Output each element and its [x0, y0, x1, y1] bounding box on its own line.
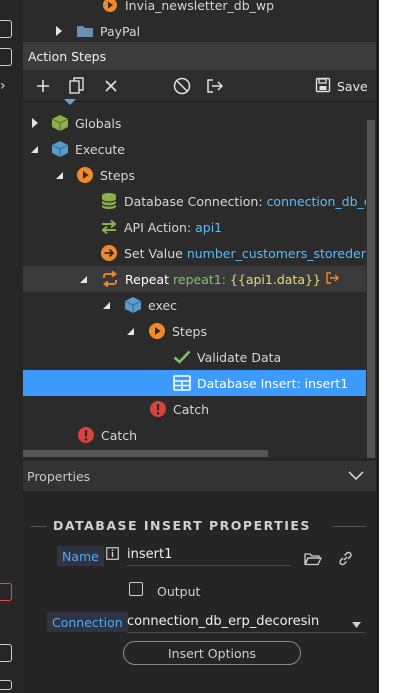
output-checkbox[interactable] [129, 582, 143, 596]
repeat-icon [101, 270, 119, 288]
tree-row-catch-outer[interactable]: Catch [23, 422, 366, 448]
database-icon [100, 192, 118, 210]
tree-row-repeat[interactable]: Repeat repeat1: {{api1.data}} [23, 266, 366, 292]
collapse-icon[interactable] [31, 145, 38, 153]
dropdown-arrow-icon[interactable] [352, 618, 361, 633]
api-tree: Invia_newsletter_db_wp PayPal [23, 0, 376, 42]
file-icon[interactable] [0, 680, 12, 690]
tree-row-label: Catch [101, 427, 138, 443]
tree-row-expr: {{api1.data}} [229, 271, 321, 287]
file-icon[interactable] [0, 644, 12, 662]
tree-horizontal-scrollbar[interactable] [23, 448, 366, 458]
tree-item-paypal[interactable]: PayPal [23, 18, 376, 44]
tree-row-label: Execute [75, 141, 125, 157]
cube-icon [51, 114, 69, 132]
insert-options-button[interactable]: Insert Options [123, 641, 301, 665]
tree-row-value: number_customers_storeden [186, 245, 366, 261]
output-icon [326, 271, 339, 287]
swap-icon [100, 218, 118, 236]
tree-vertical-scrollbar[interactable] [366, 120, 376, 458]
error-icon [149, 400, 167, 418]
error-icon [77, 426, 95, 444]
tree-row-label: Steps [172, 323, 207, 339]
properties-section-title: DATABASE INSERT PROPERTIES [53, 518, 311, 533]
expand-icon[interactable] [32, 118, 38, 128]
folder-open-icon[interactable] [304, 552, 323, 569]
action-steps-tree: Globals Execute Steps Database Connectio… [23, 99, 376, 458]
divider [31, 526, 47, 527]
server-actions-panel: Invia_newsletter_db_wp PayPal Action Ste… [23, 0, 376, 693]
tree-item-label: PayPal [100, 23, 141, 39]
tree-row-label: API Action: [124, 219, 192, 235]
tree-row-globals[interactable]: Globals [23, 110, 366, 136]
steps-icon [148, 322, 166, 340]
link-icon[interactable] [337, 550, 354, 570]
connection-select[interactable]: connection_db_erp_decoresin [127, 611, 365, 633]
alert-icon[interactable] [0, 583, 12, 601]
tree-row-label: Set Value [124, 245, 183, 261]
connection-value: connection_db_erp_decoresin [127, 614, 320, 629]
file-icon[interactable] [0, 48, 12, 66]
folder-icon [76, 22, 94, 40]
tree-item-label: Invia_newsletter_db_wp [125, 0, 275, 13]
collapse-icon[interactable] [103, 301, 110, 309]
tree-row-execute[interactable]: Execute [23, 136, 366, 162]
properties-title: Properties [27, 468, 91, 484]
file-icon[interactable] [0, 20, 12, 38]
adjacent-pane [376, 0, 408, 693]
cube-icon [124, 296, 142, 314]
properties-panel: DATABASE INSERT PROPERTIES Name insert1 … [23, 491, 376, 693]
tree-row-label: Database Connection: [124, 193, 263, 209]
tree-item-newsletter[interactable]: Invia_newsletter_db_wp [23, 0, 376, 18]
info-icon[interactable] [106, 547, 119, 563]
expand-icon[interactable] [56, 26, 62, 36]
tree-row-value: connection_db_erp_ [266, 193, 366, 209]
tree-row-label: Database Insert: insert1 [197, 375, 349, 391]
chevron-icon[interactable]: › [0, 78, 6, 94]
action-steps-header: Action Steps [23, 42, 376, 70]
tree-row-label: exec [148, 297, 178, 313]
tree-row-set-value[interactable]: Set Value number_customers_storeden = ( [23, 240, 366, 266]
tree-row-db-insert[interactable]: Database Insert: insert1 [23, 370, 366, 396]
tree-row-validate[interactable]: Validate Data [23, 344, 366, 370]
steps-icon [76, 166, 94, 184]
tree-row-db-connection[interactable]: Database Connection: connection_db_erp_ [23, 188, 366, 214]
connection-label: Connection [47, 612, 128, 632]
table-icon [173, 374, 191, 392]
tree-row-label: Validate Data [197, 349, 282, 365]
tree-row-label: Catch [173, 401, 210, 417]
name-value: insert1 [127, 547, 173, 562]
left-toolbar: › [0, 0, 23, 693]
tree-row-name: repeat1: [173, 271, 226, 287]
collapse-icon[interactable] [127, 327, 134, 335]
tree-row-exec[interactable]: exec [23, 292, 366, 318]
check-icon [173, 348, 191, 366]
divider [332, 526, 366, 527]
tree-row-steps-inner[interactable]: Steps [23, 318, 366, 344]
tree-row-steps[interactable]: Steps [23, 162, 366, 188]
properties-header[interactable]: Properties [23, 461, 376, 491]
collapse-icon[interactable] [80, 275, 87, 283]
set-value-icon [100, 244, 118, 262]
section-title: Action Steps [28, 48, 107, 64]
insert-options-label: Insert Options [167, 645, 257, 661]
tree-row-label: Globals [75, 115, 122, 131]
tree-row-label: Steps [100, 167, 135, 183]
chevron-down-icon[interactable] [348, 469, 364, 484]
cube-icon [51, 140, 69, 158]
tree-row-value: api1 [195, 219, 223, 235]
tree-row-catch-inner[interactable]: Catch [23, 396, 366, 422]
name-label: Name [57, 546, 104, 566]
name-field[interactable]: insert1 [127, 544, 291, 566]
action-icon [101, 0, 119, 14]
collapse-icon[interactable] [56, 171, 63, 179]
output-label: Output [157, 584, 201, 599]
tree-row-label: Repeat [125, 271, 170, 287]
tree-row-api-action[interactable]: API Action: api1 [23, 214, 366, 240]
